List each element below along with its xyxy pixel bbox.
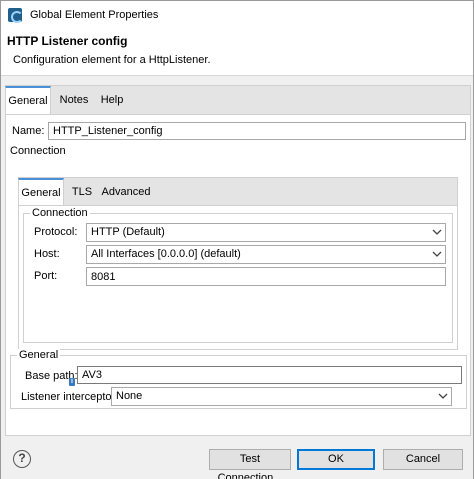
base-path-input[interactable]: [77, 366, 462, 384]
dialog-header: HTTP Listener config Configuration eleme…: [1, 28, 473, 76]
name-label: Name:: [12, 125, 45, 137]
outer-tab-bar: General Notes Help: [5, 85, 471, 116]
ok-button[interactable]: OK: [297, 449, 375, 470]
name-input[interactable]: [48, 122, 466, 140]
tab-general[interactable]: General: [5, 86, 51, 116]
general-group: General Base path: i Listener intercepto…: [10, 349, 467, 409]
info-icon: i: [69, 378, 75, 386]
cancel-button[interactable]: Cancel: [383, 449, 463, 470]
port-input[interactable]: [86, 267, 446, 286]
protocol-value: HTTP (Default): [91, 226, 165, 238]
test-connection-button[interactable]: Test Connection...: [209, 449, 291, 479]
window-title: Global Element Properties: [30, 8, 159, 21]
help-icon[interactable]: ?: [13, 450, 31, 468]
inner-tab-general[interactable]: General: [18, 178, 64, 208]
inner-general-panel: Connection Protocol: HTTP (Default) Host…: [18, 205, 458, 350]
protocol-label: Protocol:: [34, 226, 78, 238]
title-bar: Global Element Properties: [1, 1, 473, 28]
port-label: Port:: [34, 270, 58, 282]
tab-notes[interactable]: Notes: [56, 86, 92, 115]
dialog-footer: ? Test Connection... OK Cancel: [1, 442, 473, 479]
protocol-select[interactable]: HTTP (Default): [86, 223, 446, 242]
host-label: Host:: [34, 248, 60, 260]
general-tab-panel: Name: Connection General TLS Advanced Co…: [5, 114, 471, 436]
connection-section-label: Connection: [10, 145, 66, 157]
host-value: All Interfaces [0.0.0.0] (default): [91, 248, 241, 260]
header-title: HTTP Listener config: [7, 34, 128, 48]
listener-interceptors-select[interactable]: None: [111, 387, 452, 406]
listener-interceptors-value: None: [116, 390, 143, 402]
connection-group: Connection Protocol: HTTP (Default) Host…: [23, 207, 453, 343]
general-group-legend: General: [17, 349, 61, 361]
global-element-properties-dialog: Global Element Properties HTTP Listener …: [0, 0, 474, 479]
inner-tab-bar: General TLS Advanced: [18, 177, 458, 208]
connection-group-legend: Connection: [30, 207, 90, 219]
inner-tab-tls[interactable]: TLS: [69, 178, 95, 207]
chevron-down-icon: [432, 229, 442, 235]
listener-interceptors-label: Listener interceptors: [21, 391, 121, 403]
chevron-down-icon: [438, 393, 448, 399]
mule-app-icon: [8, 7, 23, 23]
inner-tab-advanced[interactable]: Advanced: [101, 178, 151, 207]
chevron-down-icon: [432, 251, 442, 257]
tab-help[interactable]: Help: [97, 86, 127, 115]
header-description: Configuration element for a HttpListener…: [13, 54, 211, 66]
host-select[interactable]: All Interfaces [0.0.0.0] (default): [86, 245, 446, 264]
